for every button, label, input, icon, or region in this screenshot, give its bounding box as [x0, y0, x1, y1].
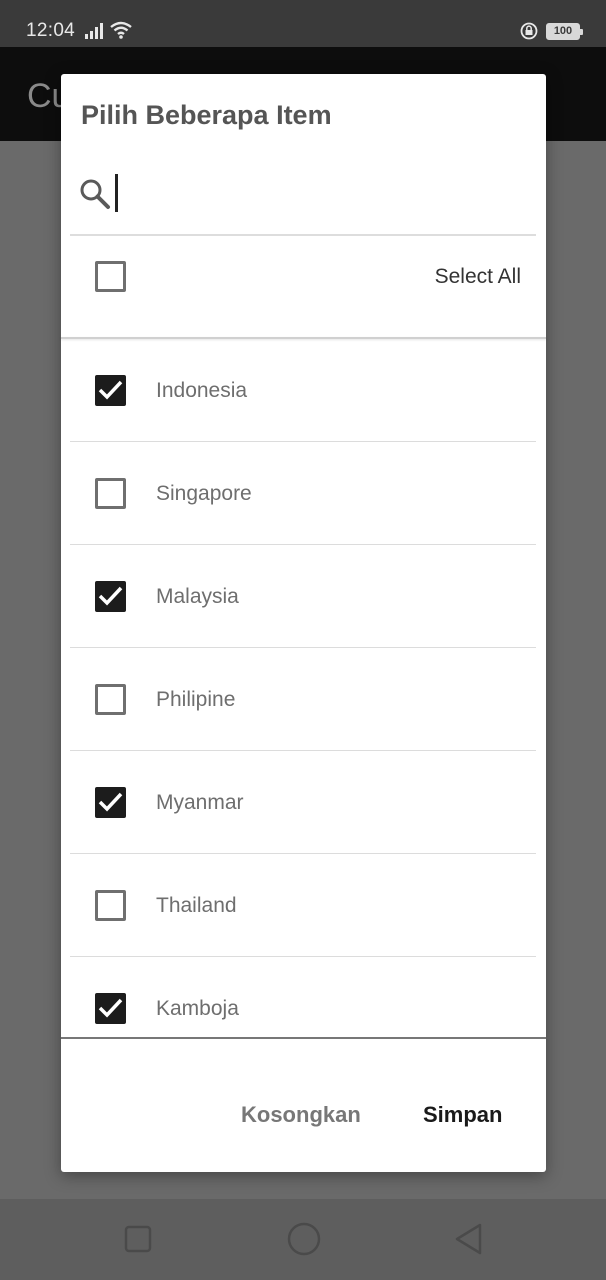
rotation-lock-icon: [520, 22, 538, 40]
checkbox-checked[interactable]: [95, 581, 126, 612]
item-list[interactable]: Indonesia Singapore Malaysia Philipine M…: [61, 339, 546, 1038]
clear-button[interactable]: Kosongkan: [241, 1102, 361, 1128]
status-bar: 12:04 100: [0, 0, 606, 47]
list-item-label: Myanmar: [156, 791, 244, 814]
signal-icon: [85, 23, 103, 39]
list-item-label: Indonesia: [156, 379, 248, 402]
list-item-myanmar[interactable]: Myanmar: [61, 751, 546, 854]
circle-icon[interactable]: [286, 1221, 322, 1257]
list-item-malaysia[interactable]: Malaysia: [61, 545, 546, 648]
checkbox-unchecked[interactable]: [95, 478, 126, 509]
select-all-label: Select All: [434, 265, 521, 288]
checkbox-checked[interactable]: [95, 787, 126, 818]
status-icons-left: [84, 21, 132, 39]
search-icon: [80, 179, 110, 209]
save-button[interactable]: Simpan: [423, 1102, 502, 1128]
status-time: 12:04: [26, 20, 76, 41]
select-all-checkbox[interactable]: [95, 261, 126, 292]
checkbox-checked[interactable]: [95, 375, 126, 406]
list-item-label: Philipine: [156, 688, 236, 711]
checkbox-unchecked[interactable]: [95, 684, 126, 715]
status-icons-right: 100: [520, 22, 583, 40]
list-item-kamboja[interactable]: Kamboja: [61, 957, 546, 1038]
list-item-singapore[interactable]: Singapore: [61, 442, 546, 545]
list-item-label: Kamboja: [156, 997, 239, 1020]
wifi-icon: [110, 21, 132, 39]
triangle-back-icon[interactable]: [453, 1221, 483, 1257]
multi-select-dialog: Pilih Beberapa Item Select All Indonesia…: [61, 74, 546, 1172]
select-all-row[interactable]: Select All: [61, 236, 546, 336]
dialog-title: Pilih Beberapa Item: [81, 100, 332, 130]
check-icon: [98, 380, 123, 400]
list-item-indonesia[interactable]: Indonesia: [61, 339, 546, 442]
square-icon[interactable]: [124, 1221, 152, 1257]
checkbox-checked[interactable]: [95, 993, 126, 1024]
list-item-label: Singapore: [156, 482, 252, 505]
check-icon: [98, 792, 123, 812]
text-cursor: [115, 174, 118, 212]
navigation-bar: [0, 1199, 606, 1280]
list-item-label: Thailand: [156, 894, 237, 917]
list-item-label: Malaysia: [156, 585, 239, 608]
list-item-philipine[interactable]: Philipine: [61, 648, 546, 751]
checkbox-unchecked[interactable]: [95, 890, 126, 921]
search-input[interactable]: [115, 172, 519, 216]
check-icon: [98, 586, 123, 606]
search-bar: [79, 172, 519, 217]
divider: [61, 1037, 546, 1039]
check-icon: [98, 998, 123, 1018]
list-item-thailand[interactable]: Thailand: [61, 854, 546, 957]
battery-icon: 100: [546, 22, 583, 40]
